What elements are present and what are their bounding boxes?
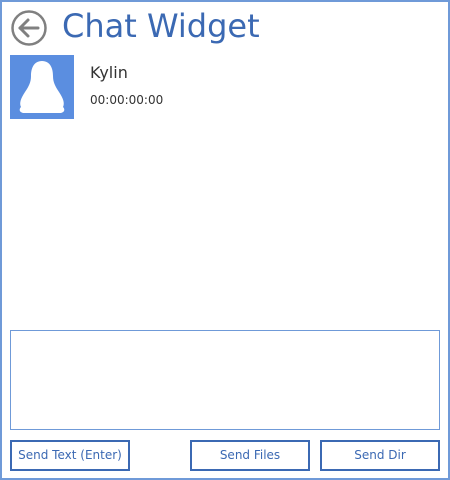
chat-widget-window: Chat Widget Kylin 00:00:00:00 Send Text … <box>0 0 450 480</box>
send-files-button[interactable]: Send Files <box>190 440 310 471</box>
penguin-icon <box>19 61 65 113</box>
window-title: Chat Widget <box>62 7 260 45</box>
send-dir-button[interactable]: Send Dir <box>320 440 440 471</box>
message-input[interactable] <box>10 330 440 430</box>
send-text-button[interactable]: Send Text (Enter) <box>10 440 130 471</box>
back-arrow-icon <box>11 10 47 46</box>
back-button[interactable] <box>10 9 48 47</box>
contact-avatar <box>10 55 74 119</box>
contact-time: 00:00:00:00 <box>90 93 164 107</box>
contact-name: Kylin <box>90 63 128 82</box>
